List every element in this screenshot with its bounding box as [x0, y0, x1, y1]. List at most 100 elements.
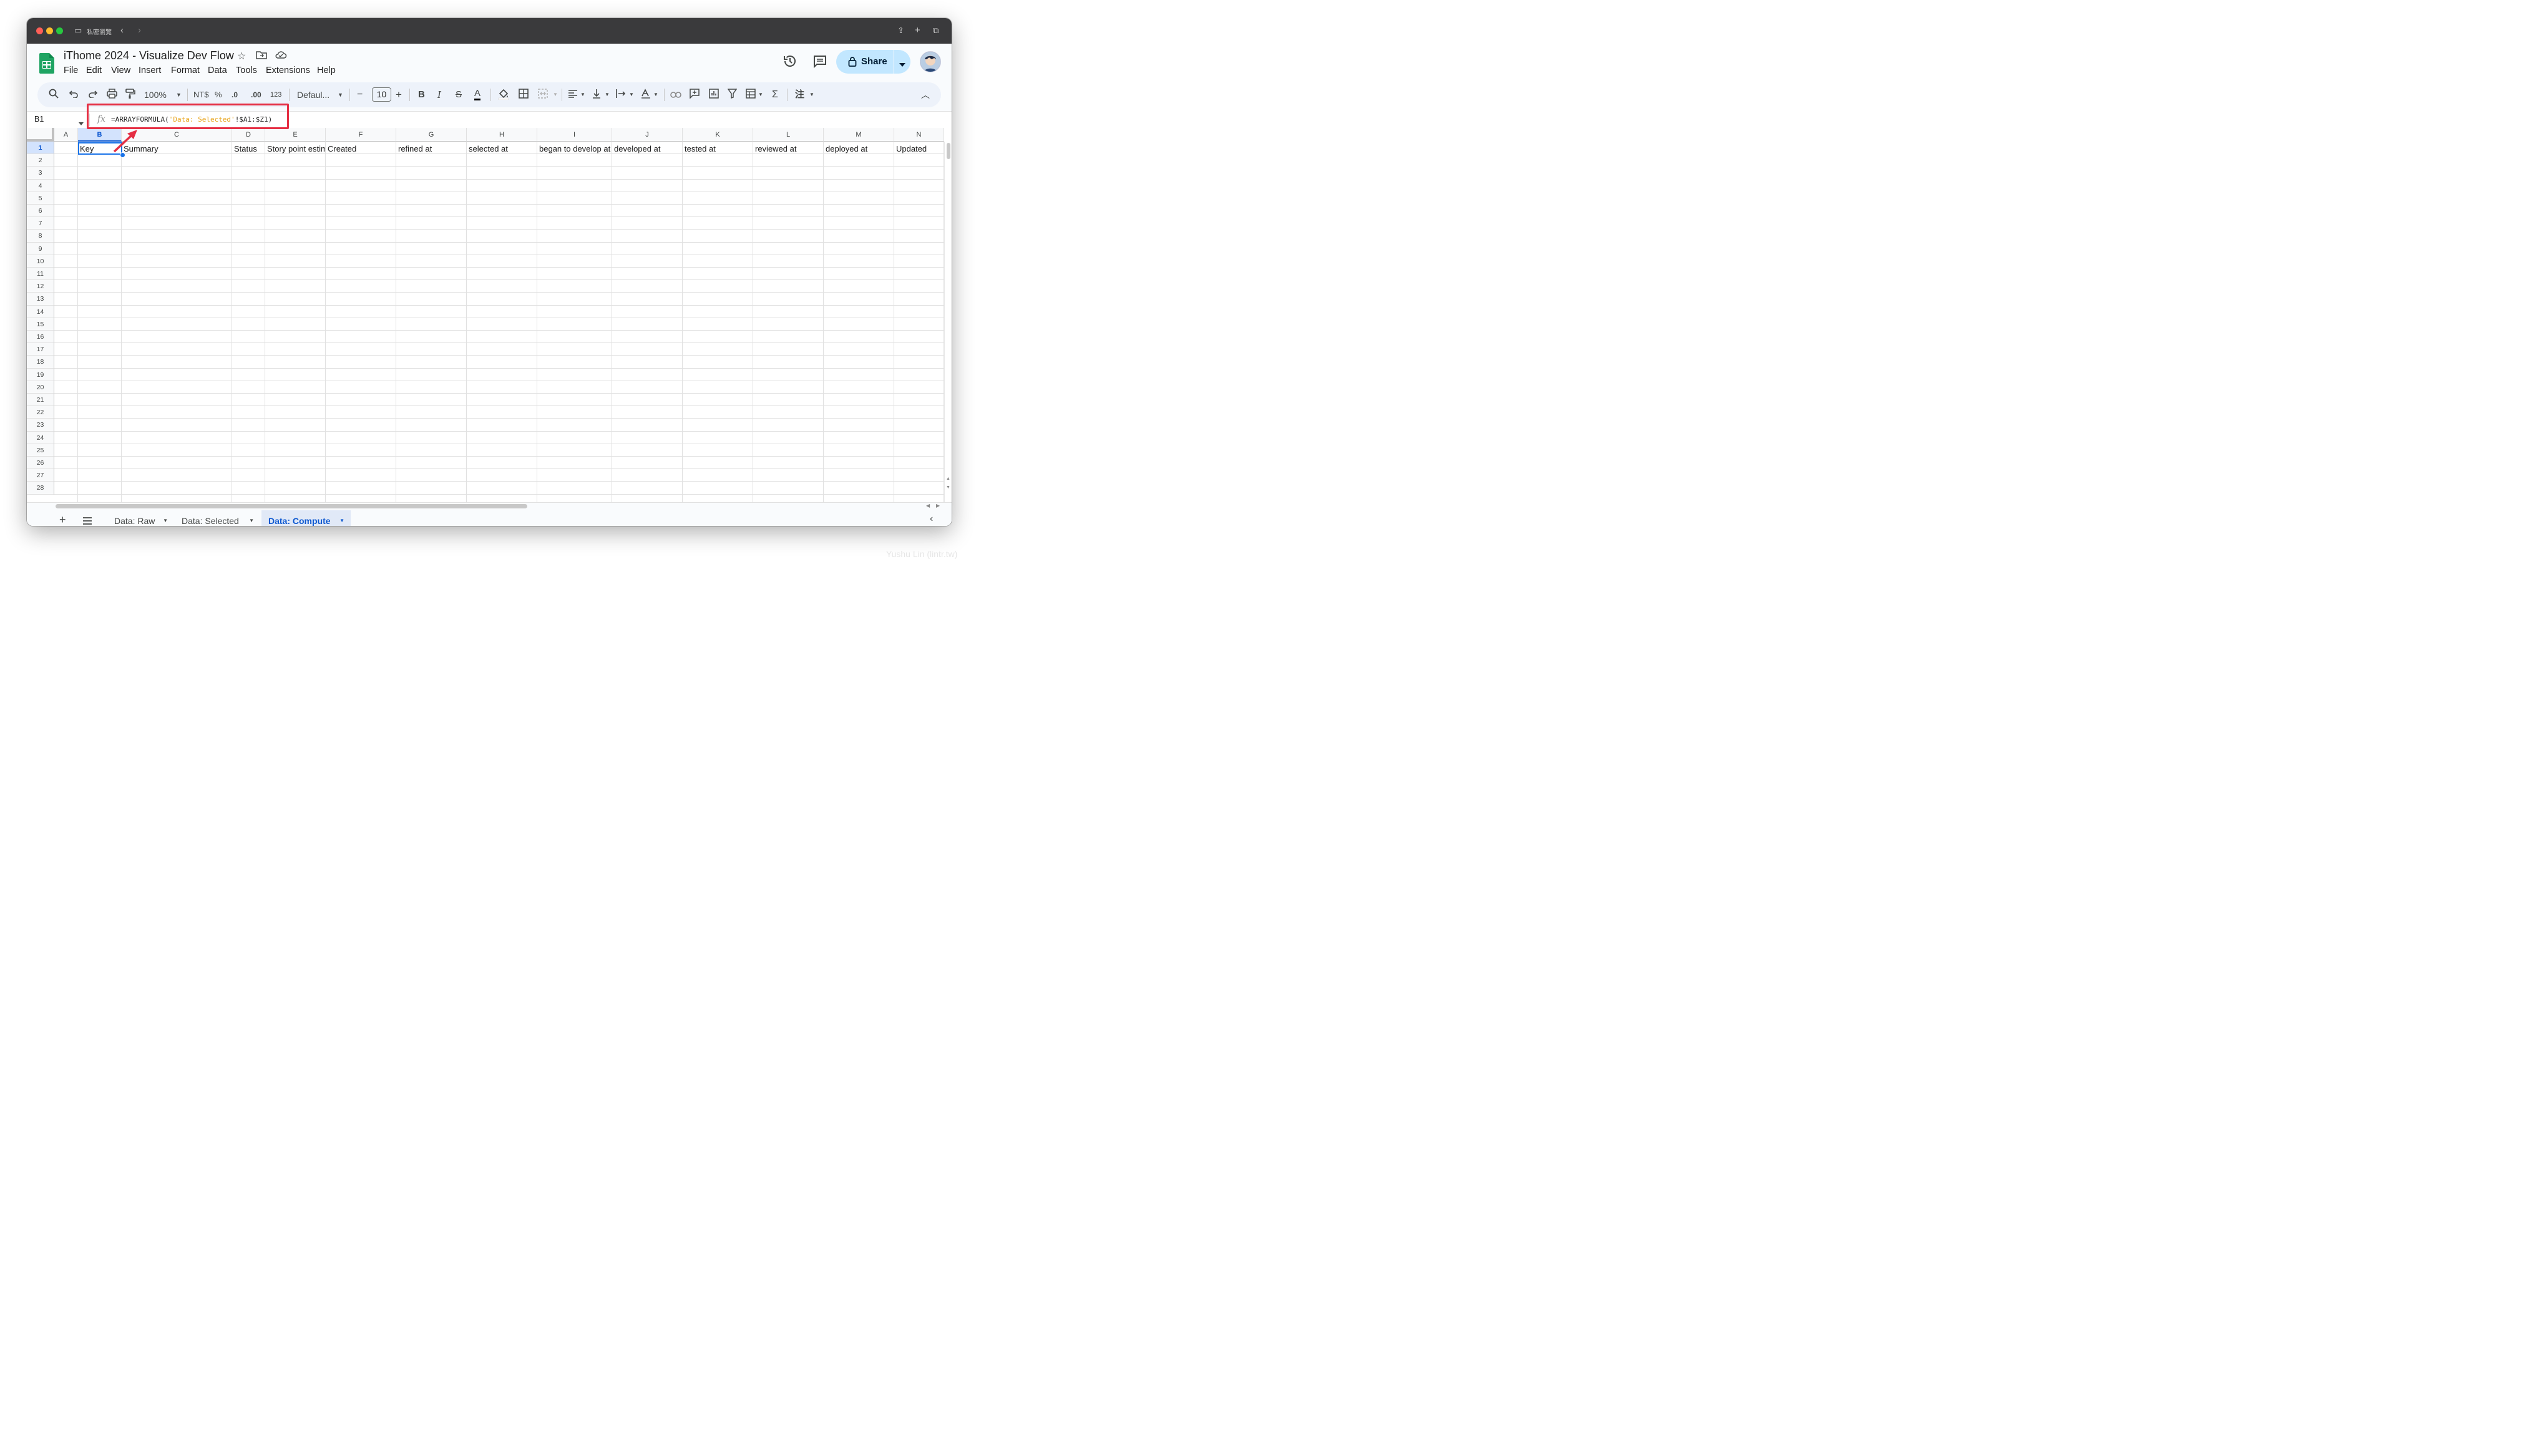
spreadsheet-grid[interactable]: ABCDEFGHIJKLMN 1 2 3 4 5 6 7 8 9 10 11 12 13 14 15 16 17… — [27, 128, 952, 502]
decrease-font-size-button[interactable]: − — [357, 89, 363, 101]
row-header-1[interactable]: 1 — [27, 142, 54, 155]
column-header-e[interactable]: E — [265, 128, 326, 142]
row-header-20[interactable]: 20 — [27, 381, 54, 394]
scroll-up-icon[interactable]: ▲ — [946, 477, 950, 481]
collapse-sidepanel-icon[interactable]: ‹ — [930, 513, 933, 525]
version-history-icon[interactable] — [783, 54, 797, 72]
column-header-l[interactable]: L — [753, 128, 824, 142]
cell-k1[interactable]: tested at — [685, 144, 753, 153]
functions-icon[interactable]: Σ — [772, 89, 778, 101]
column-header-c[interactable]: C — [122, 128, 232, 142]
menu-edit[interactable]: Edit — [86, 66, 102, 75]
row-header-24[interactable]: 24 — [27, 431, 54, 444]
row-header-28[interactable]: 28 — [27, 482, 54, 495]
row-header-11[interactable]: 11 — [27, 268, 54, 281]
filter-icon[interactable] — [727, 89, 738, 102]
undo-icon[interactable] — [69, 89, 79, 101]
collapse-toolbar-icon[interactable]: ︿ — [921, 89, 930, 101]
row-header-26[interactable]: 26 — [27, 457, 54, 470]
increase-decimal-button[interactable]: .00 — [251, 89, 261, 101]
select-all-corner[interactable] — [27, 128, 54, 142]
paint-format-icon[interactable] — [125, 89, 135, 102]
sheet-menu-icon[interactable]: ▼ — [339, 510, 344, 526]
sheets-logo-icon[interactable] — [39, 53, 54, 74]
row-header-3[interactable]: 3 — [27, 167, 54, 180]
number-format-button[interactable]: 123 — [270, 89, 281, 101]
document-title[interactable]: iThome 2024 - Visualize Dev Flow — [64, 49, 234, 62]
horizontal-align-icon[interactable] — [568, 89, 578, 101]
minimize-window-button[interactable] — [46, 27, 53, 34]
row-header-7[interactable]: 7 — [27, 217, 54, 230]
redo-icon[interactable] — [88, 89, 98, 101]
cell-j1[interactable]: developed at — [614, 144, 682, 153]
percent-format-button[interactable]: % — [215, 89, 222, 101]
cell-l1[interactable]: reviewed at — [755, 144, 823, 153]
merge-dropdown-icon[interactable]: ▼ — [553, 89, 558, 101]
cell-d1[interactable]: Status — [234, 144, 265, 153]
menu-file[interactable]: File — [64, 66, 78, 75]
sheet-menu-icon[interactable]: ▼ — [163, 510, 168, 526]
name-box[interactable]: B1 — [34, 115, 44, 124]
cell-h1[interactable]: selected at — [469, 144, 537, 153]
increase-font-size-button[interactable]: + — [396, 89, 402, 101]
decrease-decimal-button[interactable]: .0 — [232, 89, 238, 101]
row-header-25[interactable]: 25 — [27, 444, 54, 457]
row-header-9[interactable]: 9 — [27, 242, 54, 255]
menu-insert[interactable]: Insert — [139, 66, 161, 75]
name-box-dropdown-icon[interactable] — [79, 117, 84, 129]
move-folder-icon[interactable] — [256, 50, 267, 63]
horizontal-scroll-thumb[interactable] — [56, 504, 527, 508]
share-button[interactable]: Share — [836, 50, 910, 74]
menu-format[interactable]: Format — [171, 66, 200, 75]
currency-format-button[interactable]: NT$ — [193, 89, 209, 101]
row-header-13[interactable]: 13 — [27, 293, 54, 306]
insert-link-icon[interactable] — [670, 89, 681, 101]
row-header-23[interactable]: 23 — [27, 419, 54, 432]
column-header-h[interactable]: H — [467, 128, 537, 142]
row-header-21[interactable]: 21 — [27, 394, 54, 407]
scroll-left-icon[interactable]: ◀ — [926, 503, 930, 508]
row-header-19[interactable]: 19 — [27, 368, 54, 381]
column-header-a[interactable]: A — [54, 128, 78, 142]
sheet-tab-data-selected[interactable]: Data: Selected ▼ — [174, 510, 258, 526]
column-header-n[interactable]: N — [894, 128, 944, 142]
menu-help[interactable]: Help — [317, 66, 336, 75]
strikethrough-icon[interactable]: S — [456, 89, 462, 101]
font-family-select[interactable]: Defaul... — [297, 89, 329, 101]
row-header-14[interactable]: 14 — [27, 305, 54, 318]
merge-cells-icon[interactable] — [538, 89, 548, 102]
font-size-input[interactable]: 10 — [372, 87, 391, 102]
active-cell-b1[interactable] — [78, 142, 122, 155]
column-header-k[interactable]: K — [683, 128, 753, 142]
sheet-tab-data-raw[interactable]: Data: Raw ▼ — [107, 510, 172, 526]
close-window-button[interactable] — [36, 27, 43, 34]
sheet-tab-data-compute[interactable]: Data: Compute ▼ — [261, 510, 351, 526]
borders-icon[interactable] — [519, 89, 529, 102]
star-icon[interactable]: ☆ — [237, 50, 246, 62]
search-menus-icon[interactable] — [49, 89, 59, 102]
sidebar-icon[interactable]: ▭ — [74, 25, 82, 36]
back-icon[interactable]: ‹ — [120, 25, 124, 36]
print-icon[interactable] — [107, 89, 117, 102]
cell-c1[interactable]: Summary — [124, 144, 232, 153]
row-header-18[interactable]: 18 — [27, 356, 54, 369]
row-header-27[interactable]: 27 — [27, 469, 54, 482]
column-header-f[interactable]: F — [326, 128, 396, 142]
row-header-12[interactable]: 12 — [27, 280, 54, 293]
text-color-icon[interactable]: A — [474, 89, 481, 100]
row-header-4[interactable]: 4 — [27, 179, 54, 192]
cell-i1[interactable]: began to develop at — [539, 144, 612, 153]
cell-m1[interactable]: deployed at — [826, 144, 894, 153]
row-header-8[interactable]: 8 — [27, 230, 54, 243]
zoom-dropdown-icon[interactable]: ▼ — [176, 89, 182, 101]
scroll-down-icon[interactable]: ▼ — [946, 485, 950, 490]
comments-icon[interactable] — [812, 54, 827, 71]
input-tools-icon[interactable]: 注 — [795, 89, 804, 101]
fill-color-icon[interactable] — [498, 89, 509, 103]
text-rotation-icon[interactable] — [641, 89, 651, 102]
column-header-b[interactable]: B — [78, 128, 122, 142]
vertical-align-icon[interactable] — [592, 89, 601, 102]
italic-icon[interactable]: I — [437, 89, 441, 101]
bold-icon[interactable]: B — [418, 89, 425, 101]
input-tools-dropdown-icon[interactable]: ▼ — [809, 89, 814, 101]
